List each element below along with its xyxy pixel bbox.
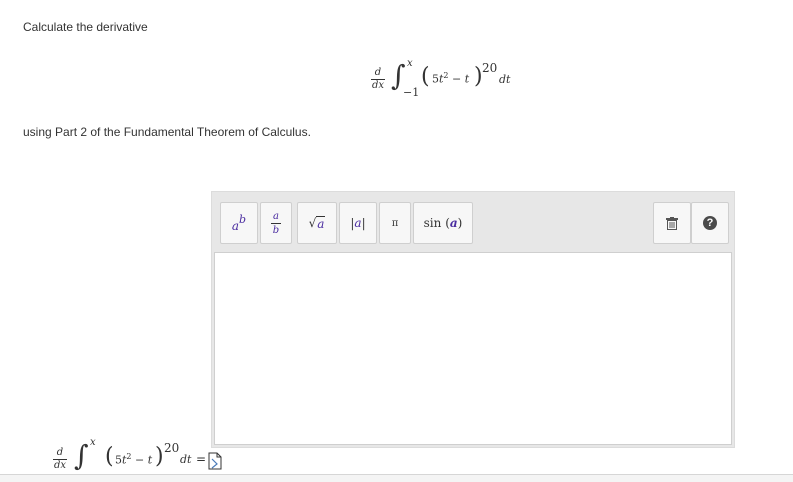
help-button[interactable]: ? — [691, 202, 729, 244]
power-button[interactable]: ab — [220, 202, 258, 244]
answer-input-area[interactable] — [214, 252, 732, 445]
answer-close-paren: ) — [155, 444, 164, 469]
answer-open-paren: ( — [105, 444, 114, 469]
lower-limit: −1 — [403, 86, 420, 99]
sqrt-button[interactable]: √ a — [297, 202, 337, 244]
answer-dt-differential: dt — [180, 453, 192, 466]
help-icon: ? — [703, 216, 717, 230]
question-instruction: using Part 2 of the Fundamental Theorem … — [23, 125, 311, 139]
answer-d-dx-fraction: d dx — [53, 447, 67, 471]
clear-button[interactable] — [653, 202, 691, 244]
abs-button[interactable]: | a | — [339, 202, 377, 244]
answer-exponent: 20 — [164, 441, 180, 455]
d-numerator: d — [374, 67, 382, 78]
question-intro: Calculate the derivative — [23, 20, 148, 34]
exponent: 20 — [482, 61, 498, 75]
pi-button[interactable]: π — [379, 202, 411, 244]
open-paren: ( — [421, 64, 430, 89]
math-editor: ab a b √ a | a | π sin (a) ? — [211, 191, 735, 448]
equals-sign: = — [196, 452, 207, 466]
answer-integral-sign: ∫ — [74, 439, 89, 472]
dx-denominator: dx — [371, 80, 385, 91]
d-dx-fraction: d dx — [371, 68, 385, 91]
trash-icon — [666, 216, 678, 230]
integrand: 5t2 − t — [432, 71, 470, 86]
footer-strip — [0, 475, 793, 482]
answer-upper-limit: x — [90, 437, 96, 448]
answer-document-icon[interactable] — [208, 452, 222, 470]
upper-limit: x — [407, 58, 413, 69]
answer-integrand: 5t2 − t — [115, 452, 153, 467]
fraction-button[interactable]: a b — [260, 202, 292, 244]
dt-differential: dt — [499, 73, 511, 86]
sin-button[interactable]: sin (a) — [413, 202, 473, 244]
